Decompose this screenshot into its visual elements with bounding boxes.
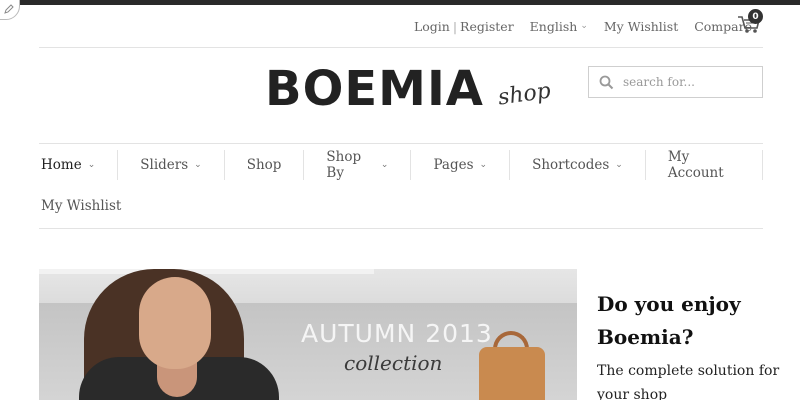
nav-item-shop[interactable]: Shop <box>225 150 305 180</box>
register-link[interactable]: Register <box>460 19 514 34</box>
nav-label: Pages <box>433 157 474 173</box>
nav-label: My Wishlist <box>41 198 122 214</box>
banner-title: AUTUMN 2013 <box>301 319 493 348</box>
nav-label: My Account <box>667 149 724 181</box>
login-link[interactable]: Login <box>414 19 450 34</box>
search-icon[interactable] <box>599 75 614 90</box>
main-nav: Home ⌄ Sliders ⌄ Shop Shop By ⌄ Pages ⌄ … <box>39 149 763 181</box>
nav-item-pages[interactable]: Pages ⌄ <box>411 150 511 180</box>
nav-item-sliders[interactable]: Sliders ⌄ <box>118 150 225 180</box>
wishlist-link[interactable]: My Wishlist <box>604 19 678 34</box>
pencil-icon <box>4 4 14 14</box>
logo-subtitle: shop <box>496 78 553 111</box>
search-input[interactable] <box>623 75 753 89</box>
page-corner-tab[interactable] <box>0 0 20 20</box>
chevron-down-icon: ⌄ <box>479 160 488 170</box>
handbag-image <box>479 347 545 400</box>
header-divider <box>39 47 763 48</box>
top-bar: Login | Register English ⌄ My Wishlist Com… <box>414 14 752 38</box>
account-links: Login | Register <box>414 19 514 34</box>
cart-button[interactable]: 0 <box>736 9 763 35</box>
nav-label: Shortcodes <box>532 157 610 173</box>
nav-item-home[interactable]: Home ⌄ <box>39 150 119 180</box>
logo-wordmark: BOEMIA <box>265 61 484 117</box>
nav-item-shop-by[interactable]: Shop By ⌄ <box>304 149 412 181</box>
window-top-strip <box>0 0 800 5</box>
site-logo[interactable]: BOEMIA shop <box>265 61 553 117</box>
model-face <box>139 277 211 369</box>
nav-top-divider <box>39 143 763 144</box>
nav-item-my-account[interactable]: My Account <box>646 149 763 181</box>
promo-text: The complete solution for your shop <box>597 363 780 400</box>
nav-label: Sliders <box>140 157 189 173</box>
nav-item-my-wishlist[interactable]: My Wishlist <box>41 198 121 214</box>
nav-label: Shop By <box>326 149 362 181</box>
banner-subtitle: collection <box>344 351 443 375</box>
search-box <box>588 66 763 98</box>
language-selector[interactable]: English ⌄ <box>530 19 588 34</box>
nav-label: Home <box>41 157 82 173</box>
nav-item-shortcodes[interactable]: Shortcodes ⌄ <box>510 150 646 180</box>
cart-count-badge: 0 <box>748 9 763 24</box>
chevron-down-icon: ⌄ <box>580 21 588 31</box>
link-separator: | <box>452 18 458 34</box>
language-label: English <box>529 18 578 34</box>
chevron-down-icon: ⌄ <box>194 160 202 170</box>
chevron-down-icon: ⌄ <box>87 160 96 170</box>
chevron-down-icon: ⌄ <box>380 160 389 170</box>
nav-bottom-divider <box>39 228 763 229</box>
nav-label: Shop <box>246 157 282 173</box>
chevron-down-icon: ⌄ <box>615 160 623 170</box>
promo-heading: Do you enjoy Boemia? <box>597 292 741 349</box>
hero-banner[interactable]: AUTUMN 2013 collection <box>39 269 577 400</box>
banner-edge-highlight <box>39 269 374 274</box>
